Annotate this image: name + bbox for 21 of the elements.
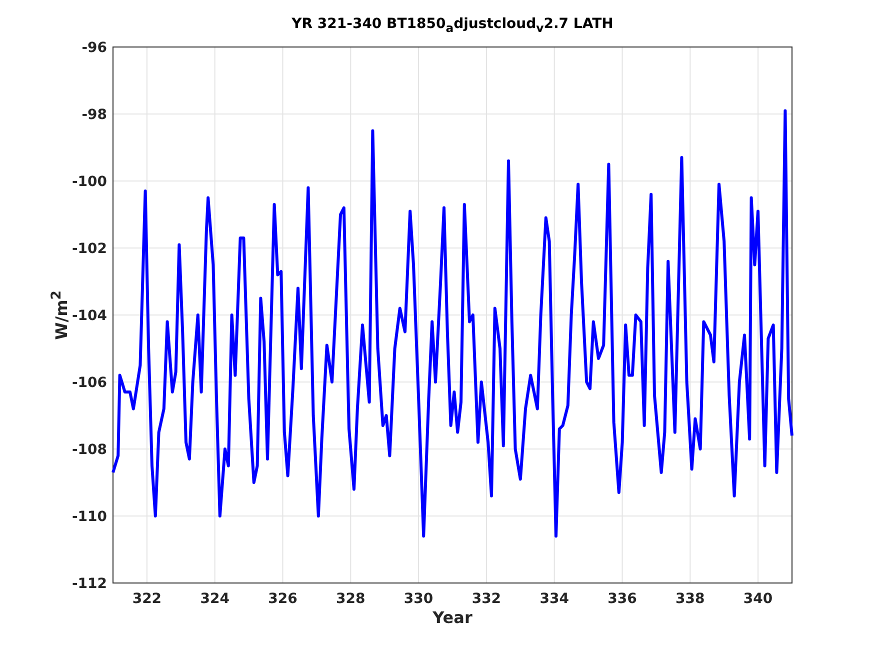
y-tick-label: -106	[72, 375, 107, 391]
x-tick-label: 326	[268, 591, 298, 607]
x-tick-label: 340	[743, 591, 773, 607]
chart-title: YR 321-340 BT1850$_{a}$djustcloud$_{v}$2.7 LATH	[290, 15, 614, 37]
y-tick-label: -112	[72, 576, 107, 592]
x-tick-label: 330	[404, 591, 434, 607]
y-tick-label: -98	[82, 107, 107, 123]
x-tick-label: 328	[336, 591, 366, 607]
x-tick-label: 324	[200, 591, 230, 607]
x-tick-label: 334	[540, 591, 569, 607]
x-tick-label: 332	[472, 591, 502, 607]
x-tick-label: 336	[608, 591, 637, 607]
y-tick-label: -110	[72, 509, 107, 525]
y-tick-label: -104	[72, 308, 107, 324]
y-tick-label: -100	[72, 174, 107, 190]
y-tick-label: -96	[82, 40, 107, 56]
y-tick-label: -102	[72, 241, 107, 257]
x-axis-label: Year	[432, 608, 472, 627]
x-tick-label: 322	[132, 591, 162, 607]
x-tick-label: 338	[676, 591, 705, 607]
y-tick-label: -108	[72, 442, 107, 458]
